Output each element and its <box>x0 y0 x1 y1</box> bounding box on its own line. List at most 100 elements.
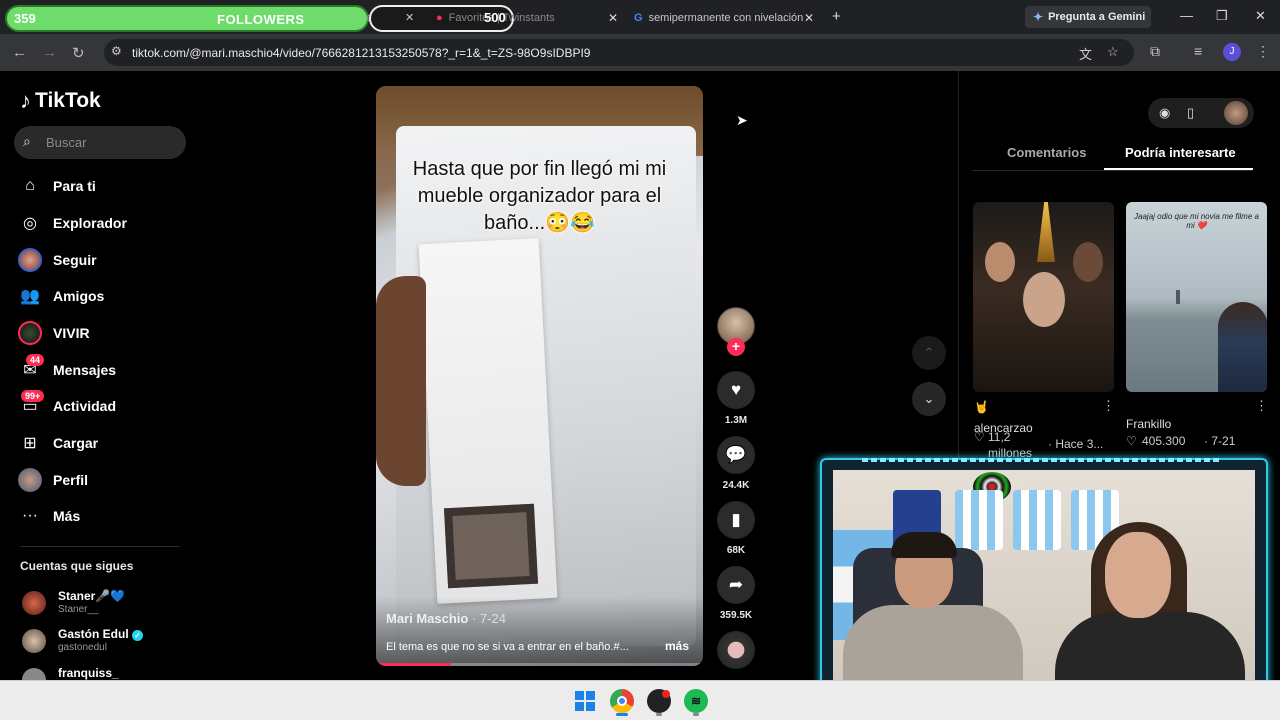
next-video-button[interactable]: ⌄ <box>912 382 946 416</box>
new-tab-icon[interactable]: + <box>832 8 841 25</box>
save-count: 68K <box>726 545 746 556</box>
obs-icon[interactable] <box>647 689 671 713</box>
thumb-face <box>985 242 1015 282</box>
nav-label: Cargar <box>53 435 99 451</box>
video-author: Mari Maschio <box>386 611 469 626</box>
close-tab-icon[interactable]: ✕ <box>804 11 814 25</box>
spotify-icon[interactable]: ≋ <box>684 689 708 713</box>
google-favicon: G <box>634 11 643 24</box>
forward-icon[interactable]: → <box>42 44 57 61</box>
minimize-icon[interactable]: — <box>1180 8 1193 23</box>
account-name-text: Gastón Edul <box>58 627 129 641</box>
like-count: 1.3M <box>724 415 748 426</box>
active-app-indicator <box>616 713 628 716</box>
tiktok-logo[interactable]: ♪ TikTok <box>20 88 101 114</box>
address-bar[interactable]: ⚙ tiktok.com/@mari.maschio4/video/766628… <box>104 39 1134 66</box>
following-account[interactable]: Gastón Edul ✓ gastonedul <box>22 627 192 657</box>
mouse-cursor-icon: ➤ <box>736 112 748 128</box>
account-handle: gastonedul <box>58 642 107 653</box>
video-author-line[interactable]: Mari Maschio · 7-24 <box>386 611 506 626</box>
translate-icon[interactable]: 文 <box>1079 44 1092 63</box>
save-action[interactable]: ▮ 68K <box>716 501 756 556</box>
comment-action[interactable]: 💬 24.4K <box>716 436 756 491</box>
coins-icon[interactable]: ◉ <box>1159 105 1170 121</box>
nav-label: Amigos <box>53 288 105 304</box>
active-tab-indicator <box>1104 168 1253 170</box>
nav-para-ti[interactable]: ⌂ Para ti <box>18 171 198 201</box>
nav-amigos[interactable]: 👥 Amigos <box>18 281 198 311</box>
gemini-button[interactable]: ✦ Pregunta a Gemini <box>1025 6 1151 28</box>
home-icon: ⌂ <box>25 177 35 194</box>
webcam-shirt <box>1013 490 1061 550</box>
more-icon: ··· <box>22 507 38 524</box>
restore-icon[interactable]: ❐ <box>1216 8 1228 24</box>
heart-outline-icon: ♡ <box>974 430 985 444</box>
nav-label: Explorador <box>53 215 127 231</box>
more-options-icon[interactable]: ⋮ <box>1255 398 1268 414</box>
bookmark-icon[interactable]: ▮ <box>717 501 755 539</box>
media-control-icon[interactable]: ≡ <box>1194 43 1202 59</box>
search-input[interactable] <box>46 132 176 152</box>
video-date: 7-24 <box>479 611 506 626</box>
comment-icon[interactable]: 💬 <box>717 436 755 474</box>
video-box-window <box>443 503 539 589</box>
following-account[interactable]: Staner🎤💙 Staner__ <box>22 589 192 619</box>
tab-favoritos[interactable]: ● Favoritos | Twinstants ✕ <box>436 5 618 30</box>
recommended-video-thumbnail[interactable]: Jaajaj odio que mi novia me filme a mi ❤… <box>1126 202 1267 392</box>
nav-label: Más <box>53 508 81 524</box>
search-box: ⌕ <box>14 126 186 159</box>
video-overlay-caption: Hasta que por fin llegó mi mi mueble org… <box>412 158 667 234</box>
device-icon[interactable]: ▯ <box>1187 105 1194 121</box>
reload-icon[interactable]: ↻ <box>72 44 85 62</box>
nav-seguir[interactable]: Seguir <box>18 245 198 275</box>
site-info-icon[interactable]: ⚙ <box>111 44 122 58</box>
card-author[interactable]: Frankillo <box>1126 417 1171 431</box>
heart-icon[interactable]: ♥ <box>717 371 755 409</box>
close-tab-icon[interactable]: ✕ <box>405 5 417 30</box>
back-icon[interactable]: ← <box>12 44 27 61</box>
share-count: 359.5K <box>719 610 753 621</box>
followers-progress-widget: 359 FOLLOWERS <box>5 5 369 32</box>
following-account[interactable]: franquiss_ <box>22 666 192 680</box>
music-disc-icon[interactable] <box>717 631 755 669</box>
windows-start-icon[interactable] <box>573 689 597 713</box>
more-button[interactable]: más <box>665 639 689 653</box>
nav-actividad[interactable]: ▭ 99+ Actividad <box>18 390 198 421</box>
nav-cargar[interactable]: ⊞ Cargar <box>18 428 198 458</box>
webcam-frame-bar <box>862 458 1222 462</box>
share-action[interactable]: ➦ 359.5K <box>716 566 756 621</box>
upload-icon: ⊞ <box>23 435 37 452</box>
account-name: Staner🎤💙 <box>58 589 126 603</box>
verified-icon: ✓ <box>132 630 144 641</box>
close-tab-icon[interactable]: ✕ <box>608 11 618 25</box>
nav-perfil[interactable]: Perfil <box>18 465 198 495</box>
profile-avatar[interactable]: J <box>1223 43 1241 61</box>
nav-mensajes[interactable]: ✉ 44 Mensajes <box>18 354 198 385</box>
chrome-icon[interactable] <box>610 689 634 713</box>
tab-semipermanente[interactable]: G semipermanente con nivelación ✕ <box>634 5 814 30</box>
nav-label: VIVIR <box>53 325 90 341</box>
nav-explorador[interactable]: ◎ Explorador <box>18 208 198 238</box>
bookmark-star-icon[interactable]: ☆ <box>1107 44 1119 60</box>
recommended-video-thumbnail[interactable] <box>973 202 1114 392</box>
previous-video-button[interactable]: ⌃ <box>912 336 946 370</box>
share-icon[interactable]: ➦ <box>717 566 755 604</box>
like-action[interactable]: ♥ 1.3M <box>716 371 756 426</box>
thumb-face <box>1073 242 1103 282</box>
nav-vivir[interactable]: VIVIR <box>18 318 198 348</box>
video-progress-bar[interactable] <box>376 663 703 666</box>
follow-plus-button[interactable]: + <box>727 338 745 356</box>
menu-icon[interactable]: ⋮ <box>1256 43 1270 60</box>
nav-mas[interactable]: ··· Más <box>18 501 198 531</box>
cohost-head <box>1105 532 1171 618</box>
close-window-icon[interactable]: ✕ <box>1255 8 1266 24</box>
more-options-icon[interactable]: ⋮ <box>1102 398 1115 414</box>
tab-podria-interesarte[interactable]: Podría interesarte <box>1125 145 1236 160</box>
extensions-icon[interactable]: ⧉ <box>1150 43 1160 60</box>
tab-comentarios[interactable]: Comentarios <box>1007 145 1086 160</box>
card-likes: 405.300 <box>1142 434 1186 448</box>
brand-name: TikTok <box>35 89 101 112</box>
video-player[interactable]: Hasta que por fin llegó mi mi mueble org… <box>376 86 703 666</box>
url-text: tiktok.com/@mari.maschio4/video/76662812… <box>132 46 591 60</box>
user-avatar[interactable] <box>1224 101 1248 125</box>
